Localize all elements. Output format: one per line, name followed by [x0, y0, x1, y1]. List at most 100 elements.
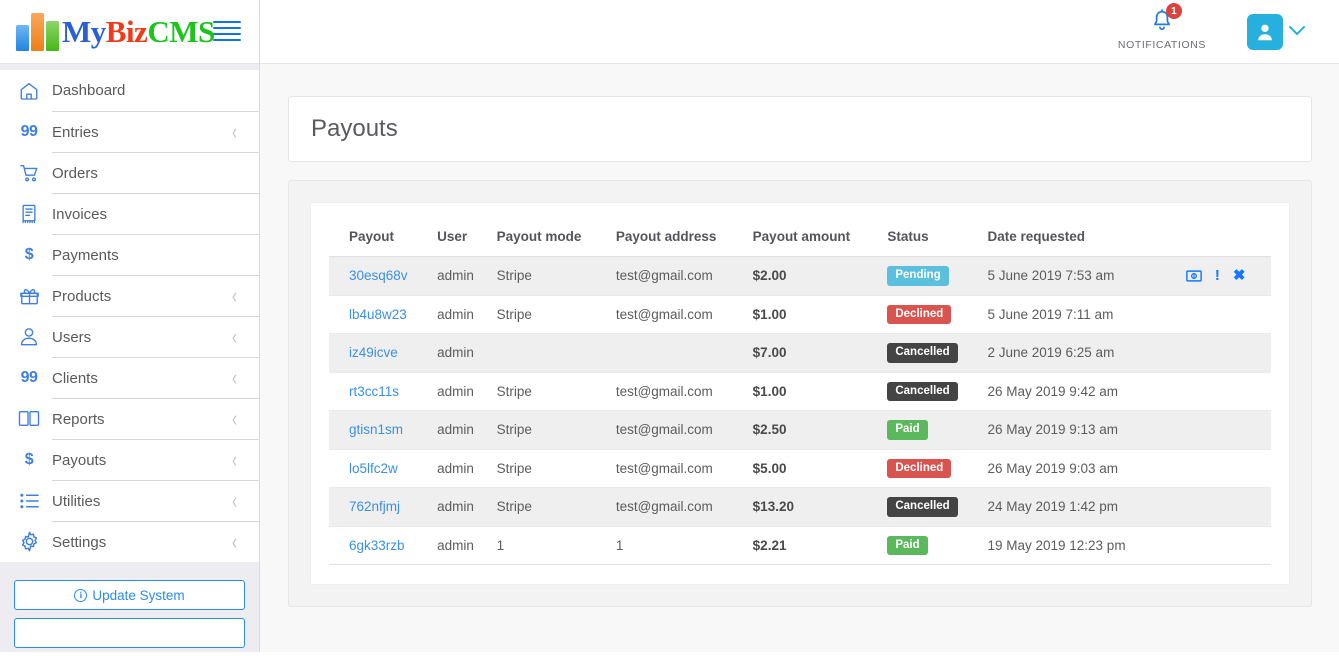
cell-payout: lb4u8w23: [329, 295, 418, 334]
cell-payout-address-value: test@gmail.com: [615, 460, 713, 476]
cell-payout-value[interactable]: rt3cc11s: [349, 384, 399, 399]
cell-payout-address: test@gmail.com: [595, 372, 733, 411]
sidebar-item-settings[interactable]: Settings ‹: [0, 521, 259, 562]
cell-payout-amount: $1.00: [732, 295, 868, 334]
cell-payout-amount: $7.00: [732, 333, 868, 373]
cell-user-value: admin: [437, 345, 474, 361]
cell-payout-address: 1: [595, 526, 733, 565]
cell-payout: lo5lfc2w: [329, 449, 418, 488]
cell-payout-mode: Stripe: [476, 256, 596, 296]
cell-user-value: admin: [437, 499, 474, 515]
sidebar-item-payments[interactable]: $ Payments: [0, 234, 259, 275]
chevron-down-icon[interactable]: [1289, 24, 1305, 40]
brand-part-my: My: [62, 14, 106, 49]
chevron-left-icon[interactable]: ‹: [232, 367, 237, 389]
cell-user: admin: [417, 487, 477, 527]
cell-payout-amount-value: $2.00: [752, 268, 787, 284]
exclamation-icon[interactable]: !: [1215, 268, 1220, 283]
status-badge: Declined: [887, 304, 952, 324]
cell-payout-value[interactable]: lb4u8w23: [349, 307, 407, 322]
sidebar-item-entries[interactable]: 99 Entries ‹: [0, 111, 259, 152]
cell-user: admin: [417, 526, 477, 565]
close-x-icon[interactable]: ✖: [1233, 268, 1246, 283]
sidebar-item-users[interactable]: Users ‹: [0, 316, 259, 357]
payouts-table: Payout User Payout mode Payout address P…: [329, 219, 1271, 565]
sidebar-item-clients[interactable]: 99 Clients ‹: [0, 357, 259, 398]
user-icon: [12, 316, 46, 357]
sidebar-actions: i Update System: [0, 580, 259, 656]
cell-payout-amount: $1.00: [732, 372, 868, 411]
chevron-left-icon[interactable]: ‹: [232, 408, 237, 430]
cell-user-value: admin: [437, 460, 474, 476]
cart-icon: [12, 152, 46, 193]
cell-user: admin: [417, 295, 477, 334]
sidebar-item-dashboard[interactable]: Dashboard: [0, 70, 259, 111]
sidebar-item-inner: Orders: [52, 152, 259, 193]
notifications-label: NOTIFICATIONS: [1117, 39, 1206, 51]
user-menu[interactable]: [1247, 14, 1305, 50]
sidebar-item-utilities[interactable]: Utilities ‹: [0, 480, 259, 521]
chevron-left-icon[interactable]: ‹: [232, 449, 237, 471]
cell-payout-amount: $2.21: [732, 526, 868, 565]
cell-payout-mode-value: 1: [496, 537, 505, 553]
cell-payout-address: test@gmail.com: [595, 487, 733, 527]
chevron-left-icon[interactable]: ‹: [232, 531, 237, 553]
cell-actions: [1185, 295, 1271, 334]
secondary-action-button[interactable]: [14, 618, 245, 648]
notifications-button[interactable]: 1 NOTIFICATIONS: [1117, 3, 1206, 51]
cell-payout-value[interactable]: 30esq68v: [349, 268, 408, 283]
cell-date-requested: 26 May 2019 9:03 am: [967, 449, 1186, 488]
cell-payout-value[interactable]: 762nfjmj: [349, 499, 400, 514]
list-icon: [12, 480, 46, 521]
sidebar-item-orders[interactable]: Orders: [0, 152, 259, 193]
sidebar-item-inner: Payments: [52, 234, 259, 275]
avatar[interactable]: [1247, 14, 1283, 50]
sidebar-item-products[interactable]: Products ‹: [0, 275, 259, 316]
sidebar-item-inner: Clients ‹: [52, 357, 259, 398]
chevron-left-icon[interactable]: ‹: [232, 326, 237, 348]
sidebar-item-inner: Reports ‹: [52, 398, 259, 439]
sidebar-item-label: Payouts: [52, 451, 107, 469]
status-badge: Cancelled: [887, 343, 958, 363]
sidebar-nav: Dashboard 99 Entries ‹ Orders Invoices $ Paymen…: [0, 70, 259, 562]
page-title: Payouts: [311, 115, 398, 142]
cell-payout-value[interactable]: lo5lfc2w: [349, 461, 398, 476]
cell-status: Cancelled: [867, 487, 968, 527]
sidebar-item-inner: Users ‹: [52, 316, 259, 357]
cell-payout-value[interactable]: gtisn1sm: [349, 422, 403, 437]
sidebar-item-label: Payments: [52, 246, 119, 264]
hamburger-menu-icon[interactable]: [213, 17, 241, 45]
status-badge: Paid: [887, 420, 928, 440]
cell-payout-amount-value: $13.20: [752, 499, 794, 515]
cell-payout-mode: 1: [476, 526, 596, 565]
content-panel: Payout User Payout mode Payout address P…: [288, 180, 1312, 607]
cell-date-requested: 2 June 2019 6:25 am: [967, 333, 1186, 373]
chevron-left-icon[interactable]: ‹: [232, 490, 237, 512]
chevron-left-icon[interactable]: ‹: [232, 285, 237, 307]
info-icon: i: [74, 588, 88, 602]
cell-payout-mode-value: Stripe: [496, 306, 532, 322]
cell-date-requested-value: 26 May 2019 9:13 am: [987, 422, 1119, 438]
status-badge: Cancelled: [887, 497, 958, 517]
sidebar-item-invoices[interactable]: Invoices: [0, 193, 259, 234]
cell-status: Declined: [867, 449, 968, 488]
cell-date-requested: 26 May 2019 9:42 am: [967, 372, 1186, 411]
cell-date-requested-value: 26 May 2019 9:03 am: [987, 460, 1119, 476]
cell-payout-address-value: test@gmail.com: [615, 306, 713, 322]
cell-payout-amount-value: $7.00: [752, 345, 787, 361]
cell-actions: [1185, 487, 1271, 527]
cell-user-value: admin: [437, 306, 474, 322]
cell-date-requested-value: 19 May 2019 12:23 pm: [987, 537, 1126, 553]
chevron-left-icon[interactable]: ‹: [232, 121, 237, 143]
top-header: 1 NOTIFICATIONS: [260, 0, 1339, 64]
cell-payout-value[interactable]: 6gk33rzb: [349, 538, 405, 553]
col-actions: [1185, 219, 1271, 257]
sidebar-item-payouts[interactable]: $ Payouts ‹: [0, 439, 259, 480]
cell-payout-address-value: 1: [615, 537, 624, 553]
sidebar-item-reports[interactable]: Reports ‹: [0, 398, 259, 439]
cell-payout-value[interactable]: iz49icve: [349, 345, 398, 360]
update-system-button[interactable]: i Update System: [14, 580, 245, 610]
invoice-icon: [12, 193, 46, 234]
money-bill-icon[interactable]: [1186, 270, 1202, 282]
cell-status: Paid: [867, 410, 968, 450]
